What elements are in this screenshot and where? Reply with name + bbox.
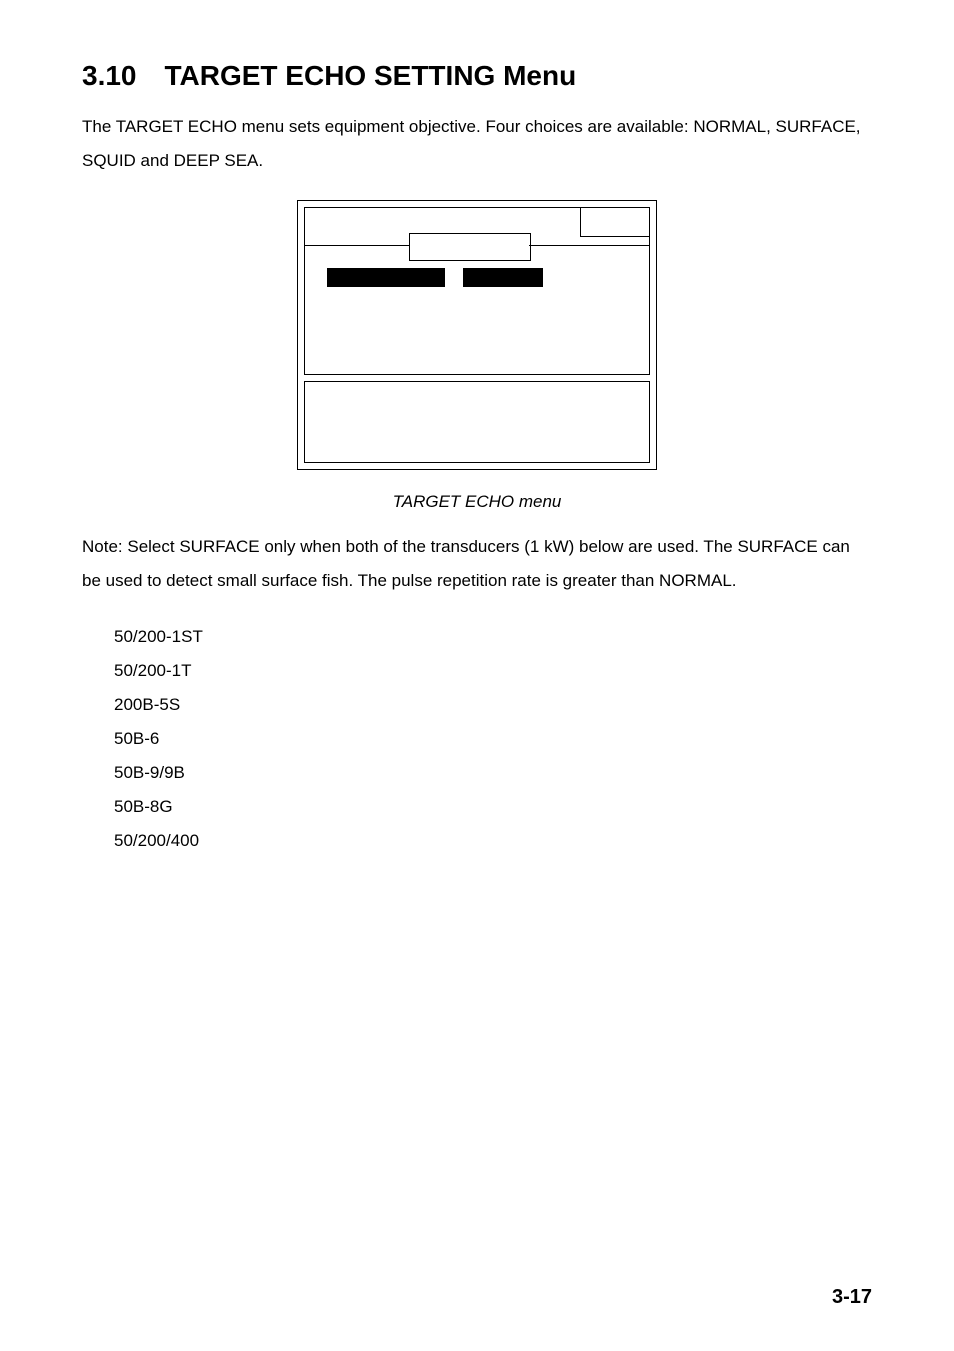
list-item: 50/200-1T bbox=[114, 654, 872, 688]
figure bbox=[82, 200, 872, 470]
menu-divider-left bbox=[304, 245, 409, 246]
list-item: 50B-9/9B bbox=[114, 756, 872, 790]
menu-screenshot bbox=[297, 200, 657, 470]
menu-highlight-row bbox=[327, 268, 543, 287]
note-paragraph: Note: Select SURFACE only when both of t… bbox=[82, 530, 872, 598]
menu-divider-right bbox=[529, 245, 650, 246]
menu-bottom-pane bbox=[304, 381, 650, 463]
section-heading: 3.10 TARGET ECHO SETTING Menu bbox=[82, 60, 872, 92]
list-item: 50B-6 bbox=[114, 722, 872, 756]
page-number: 3-17 bbox=[832, 1286, 872, 1309]
menu-top-small-box bbox=[580, 207, 650, 237]
menu-top-pane bbox=[304, 207, 650, 375]
menu-top-mid-box bbox=[409, 233, 531, 261]
list-item: 50/200-1ST bbox=[114, 620, 872, 654]
list-item: 50/200/400 bbox=[114, 824, 872, 858]
transducer-list: 50/200-1ST 50/200-1T 200B-5S 50B-6 50B-9… bbox=[114, 620, 872, 858]
intro-paragraph: The TARGET ECHO menu sets equipment obje… bbox=[82, 110, 872, 178]
list-item: 50B-8G bbox=[114, 790, 872, 824]
menu-highlight-bar-1 bbox=[327, 268, 445, 287]
figure-caption: TARGET ECHO menu bbox=[82, 492, 872, 512]
section-number: 3.10 bbox=[82, 60, 137, 92]
menu-highlight-bar-2 bbox=[463, 268, 543, 287]
section-title-text: TARGET ECHO SETTING Menu bbox=[165, 60, 577, 91]
page: 3.10 TARGET ECHO SETTING Menu The TARGET … bbox=[0, 0, 954, 1351]
list-item: 200B-5S bbox=[114, 688, 872, 722]
